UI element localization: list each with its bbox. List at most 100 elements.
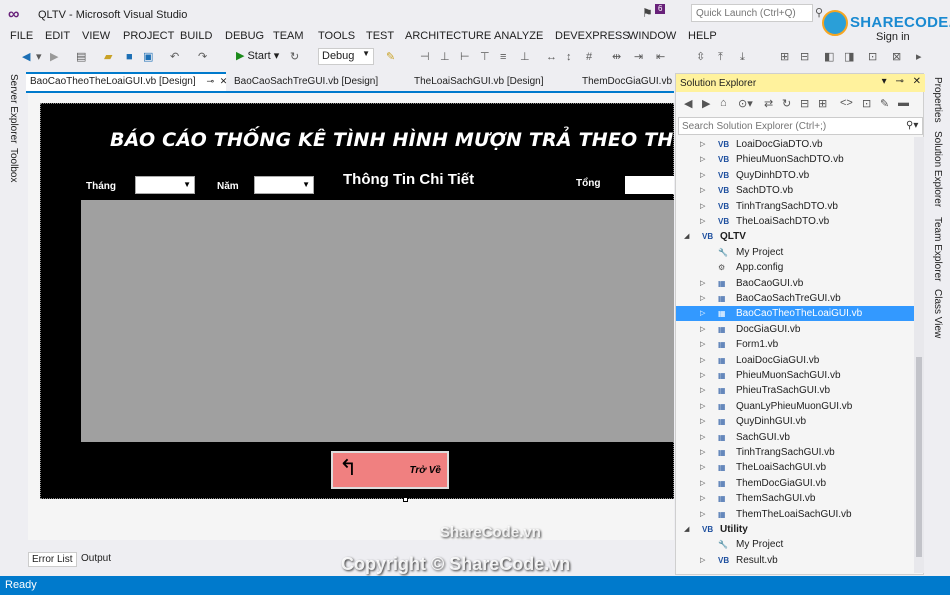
tree-item[interactable]: ▷ ▦ TinhTrangSachGUI.vb [676, 445, 914, 460]
expand-arrow-icon[interactable]: ▷ [700, 337, 705, 352]
tree-item[interactable]: ▷ ▦ PhieuMuonSachGUI.vb [676, 368, 914, 383]
toolbar-overflow-icon[interactable]: ▸ [916, 50, 922, 64]
total-textbox[interactable] [625, 176, 674, 194]
tree-item[interactable]: ▷ VB TinhTrangSachDTO.vb [676, 199, 914, 214]
expand-arrow-icon[interactable]: ▷ [700, 491, 705, 506]
menu-build[interactable]: BUILD [180, 30, 212, 42]
tree-item[interactable]: ▷ VB LoaiDocGiaDTO.vb [676, 137, 914, 152]
menu-analyze[interactable]: ANALYZE [494, 30, 543, 42]
decrease-vertical-spacing-icon[interactable]: ⤓ [740, 50, 745, 64]
home-icon[interactable]: ⌂ [720, 97, 727, 109]
menu-debug[interactable]: DEBUG [225, 30, 264, 42]
doc-tab-theloaisachgui[interactable]: TheLoaiSachGUI.vb [Design] [410, 72, 548, 92]
tree-item[interactable]: ▷ ▦ ThemSachGUI.vb [676, 491, 914, 506]
decrease-spacing-icon[interactable]: ⇤ [656, 50, 665, 64]
expand-arrow-icon[interactable]: ▷ [700, 445, 705, 460]
tree-item[interactable]: ▷ VB Result.vb [676, 553, 914, 568]
team-explorer-tab[interactable]: Team Explorer [932, 217, 943, 281]
tree-item[interactable]: 🔧 My Project [676, 537, 914, 552]
notification-count-badge[interactable]: 6 [655, 4, 666, 14]
view-code-icon[interactable]: <> [840, 97, 853, 109]
lock-controls-icon[interactable]: ⊠ [892, 50, 901, 64]
doc-tab-themdocgiagui[interactable]: ThemDocGiaGUI.vb [578, 72, 676, 92]
pin-icon[interactable]: ⊸ [206, 76, 214, 86]
tree-item[interactable]: ▷ VB TheLoaiSachDTO.vb [676, 214, 914, 229]
menu-architecture[interactable]: ARCHITECTURE [405, 30, 491, 42]
solution-explorer-scrollbar[interactable] [914, 137, 924, 573]
undo-icon[interactable]: ↶ [170, 50, 179, 64]
dropdown-arrow-icon[interactable]: ▾ [36, 50, 42, 64]
menu-devexpress[interactable]: DEVEXPRESS [555, 30, 630, 42]
expand-arrow-icon[interactable]: ▷ [700, 199, 705, 214]
tab-order-icon[interactable]: ⊡ [868, 50, 877, 64]
make-same-width-icon[interactable]: ↔ [546, 50, 557, 64]
output-tab[interactable]: Output [78, 552, 114, 565]
menu-test[interactable]: TEST [366, 30, 394, 42]
open-folder-icon[interactable]: ▰ [104, 50, 112, 64]
tree-item[interactable]: ▷ ▦ BaoCaoTheoTheLoaiGUI.vb [676, 306, 914, 322]
menu-file[interactable]: FILE [10, 30, 33, 42]
increase-spacing-icon[interactable]: ⇥ [634, 50, 643, 64]
tree-item[interactable]: ▷ ▦ QuanLyPhieuMuonGUI.vb [676, 399, 914, 414]
bring-to-front-icon[interactable]: ◧ [824, 50, 834, 64]
expand-arrow-icon[interactable]: ▷ [700, 430, 705, 445]
menu-window[interactable]: WINDOW [628, 30, 676, 42]
forward-nav-icon[interactable]: ▶ [50, 50, 58, 64]
solution-explorer-search-input[interactable] [678, 117, 923, 135]
error-list-tab[interactable]: Error List [28, 552, 77, 567]
properties-wrench-icon[interactable]: ✎ [880, 97, 889, 110]
size-to-grid-icon[interactable]: # [586, 50, 592, 64]
tree-item[interactable]: ▷ ▦ QuyDinhGUI.vb [676, 414, 914, 429]
expand-arrow-icon[interactable]: ▷ [700, 152, 705, 167]
expand-arrow-icon[interactable]: ▷ [700, 507, 705, 522]
refresh-icon[interactable]: ↻ [782, 97, 791, 110]
expand-arrow-icon[interactable]: ▷ [700, 460, 705, 475]
center-horizontally-icon[interactable]: ⊞ [780, 50, 789, 64]
expand-arrow-icon[interactable]: ▷ [700, 291, 705, 306]
menu-view[interactable]: VIEW [82, 30, 110, 42]
doc-tab-baocaosachtregui[interactable]: BaoCaoSachTreGUI.vb [Design] [230, 72, 382, 92]
back-nav-icon[interactable]: ◀ [22, 50, 30, 64]
collapse-all-icon[interactable]: ⊟ [800, 97, 809, 110]
properties-tab[interactable]: Properties [932, 77, 943, 123]
tree-item[interactable]: ▷ VB PhieuMuonSachDTO.vb [676, 152, 914, 167]
server-explorer-tab[interactable]: Server Explorer [8, 74, 19, 143]
new-project-icon[interactable]: ▤ [76, 50, 86, 64]
expand-arrow-icon[interactable]: ▷ [700, 276, 705, 291]
menu-help[interactable]: HELP [688, 30, 717, 42]
tree-item[interactable]: ▷ ▦ BaoCaoGUI.vb [676, 276, 914, 291]
expand-arrow-icon[interactable]: ▷ [700, 183, 705, 198]
quick-launch-input[interactable] [691, 4, 813, 22]
align-bottoms-icon[interactable]: ⊥ [520, 50, 530, 64]
tree-item[interactable]: ▷ ▦ LoaiDocGiaGUI.vb [676, 353, 914, 368]
tree-item[interactable]: ▷ ▦ ThemTheLoaiSachGUI.vb [676, 507, 914, 522]
tree-item[interactable]: ▷ ▦ SachGUI.vb [676, 430, 914, 445]
expand-arrow-icon[interactable]: ▷ [700, 476, 705, 491]
tree-item[interactable]: ▷ ▦ Form1.vb [676, 337, 914, 352]
tree-item[interactable]: ◢ VB Utility [676, 522, 914, 537]
save-icon[interactable]: ■ [126, 50, 133, 64]
save-all-icon[interactable]: ▣ [143, 50, 153, 64]
show-all-files-icon[interactable]: ⊞ [818, 97, 827, 110]
year-combobox[interactable]: ▼ [254, 176, 314, 194]
tree-item[interactable]: ▷ ▦ ThemDocGiaGUI.vb [676, 476, 914, 491]
send-to-back-icon[interactable]: ◨ [844, 50, 854, 64]
align-centers-icon[interactable]: ⊥ [440, 50, 450, 64]
align-lefts-icon[interactable]: ⊣ [420, 50, 430, 64]
collapse-arrow-icon[interactable]: ◢ [684, 229, 689, 244]
tree-item[interactable]: ▷ VB SachDTO.vb [676, 183, 914, 198]
increase-vertical-spacing-icon[interactable]: ⤒ [718, 50, 723, 64]
back-button[interactable]: ↰ Trở Về [331, 451, 449, 489]
expand-arrow-icon[interactable]: ▷ [700, 137, 705, 152]
close-panel-icon[interactable]: ✕ [913, 76, 921, 87]
window-position-dropdown-icon[interactable]: ▾ [882, 76, 887, 87]
tree-item[interactable]: ▷ ▦ PhieuTraSachGUI.vb [676, 383, 914, 398]
vertical-spacing-icon[interactable]: ⇳ [696, 50, 705, 64]
menu-project[interactable]: PROJECT [123, 30, 174, 42]
make-same-height-icon[interactable]: ↕ [566, 50, 572, 64]
align-tops-icon[interactable]: ⊤ [480, 50, 490, 64]
class-view-tab[interactable]: Class View [932, 289, 943, 338]
toolbox-tab[interactable]: Toolbox [8, 148, 19, 182]
month-combobox[interactable]: ▼ [135, 176, 195, 194]
tree-item[interactable]: ▷ VB QuyDinhDTO.vb [676, 168, 914, 183]
